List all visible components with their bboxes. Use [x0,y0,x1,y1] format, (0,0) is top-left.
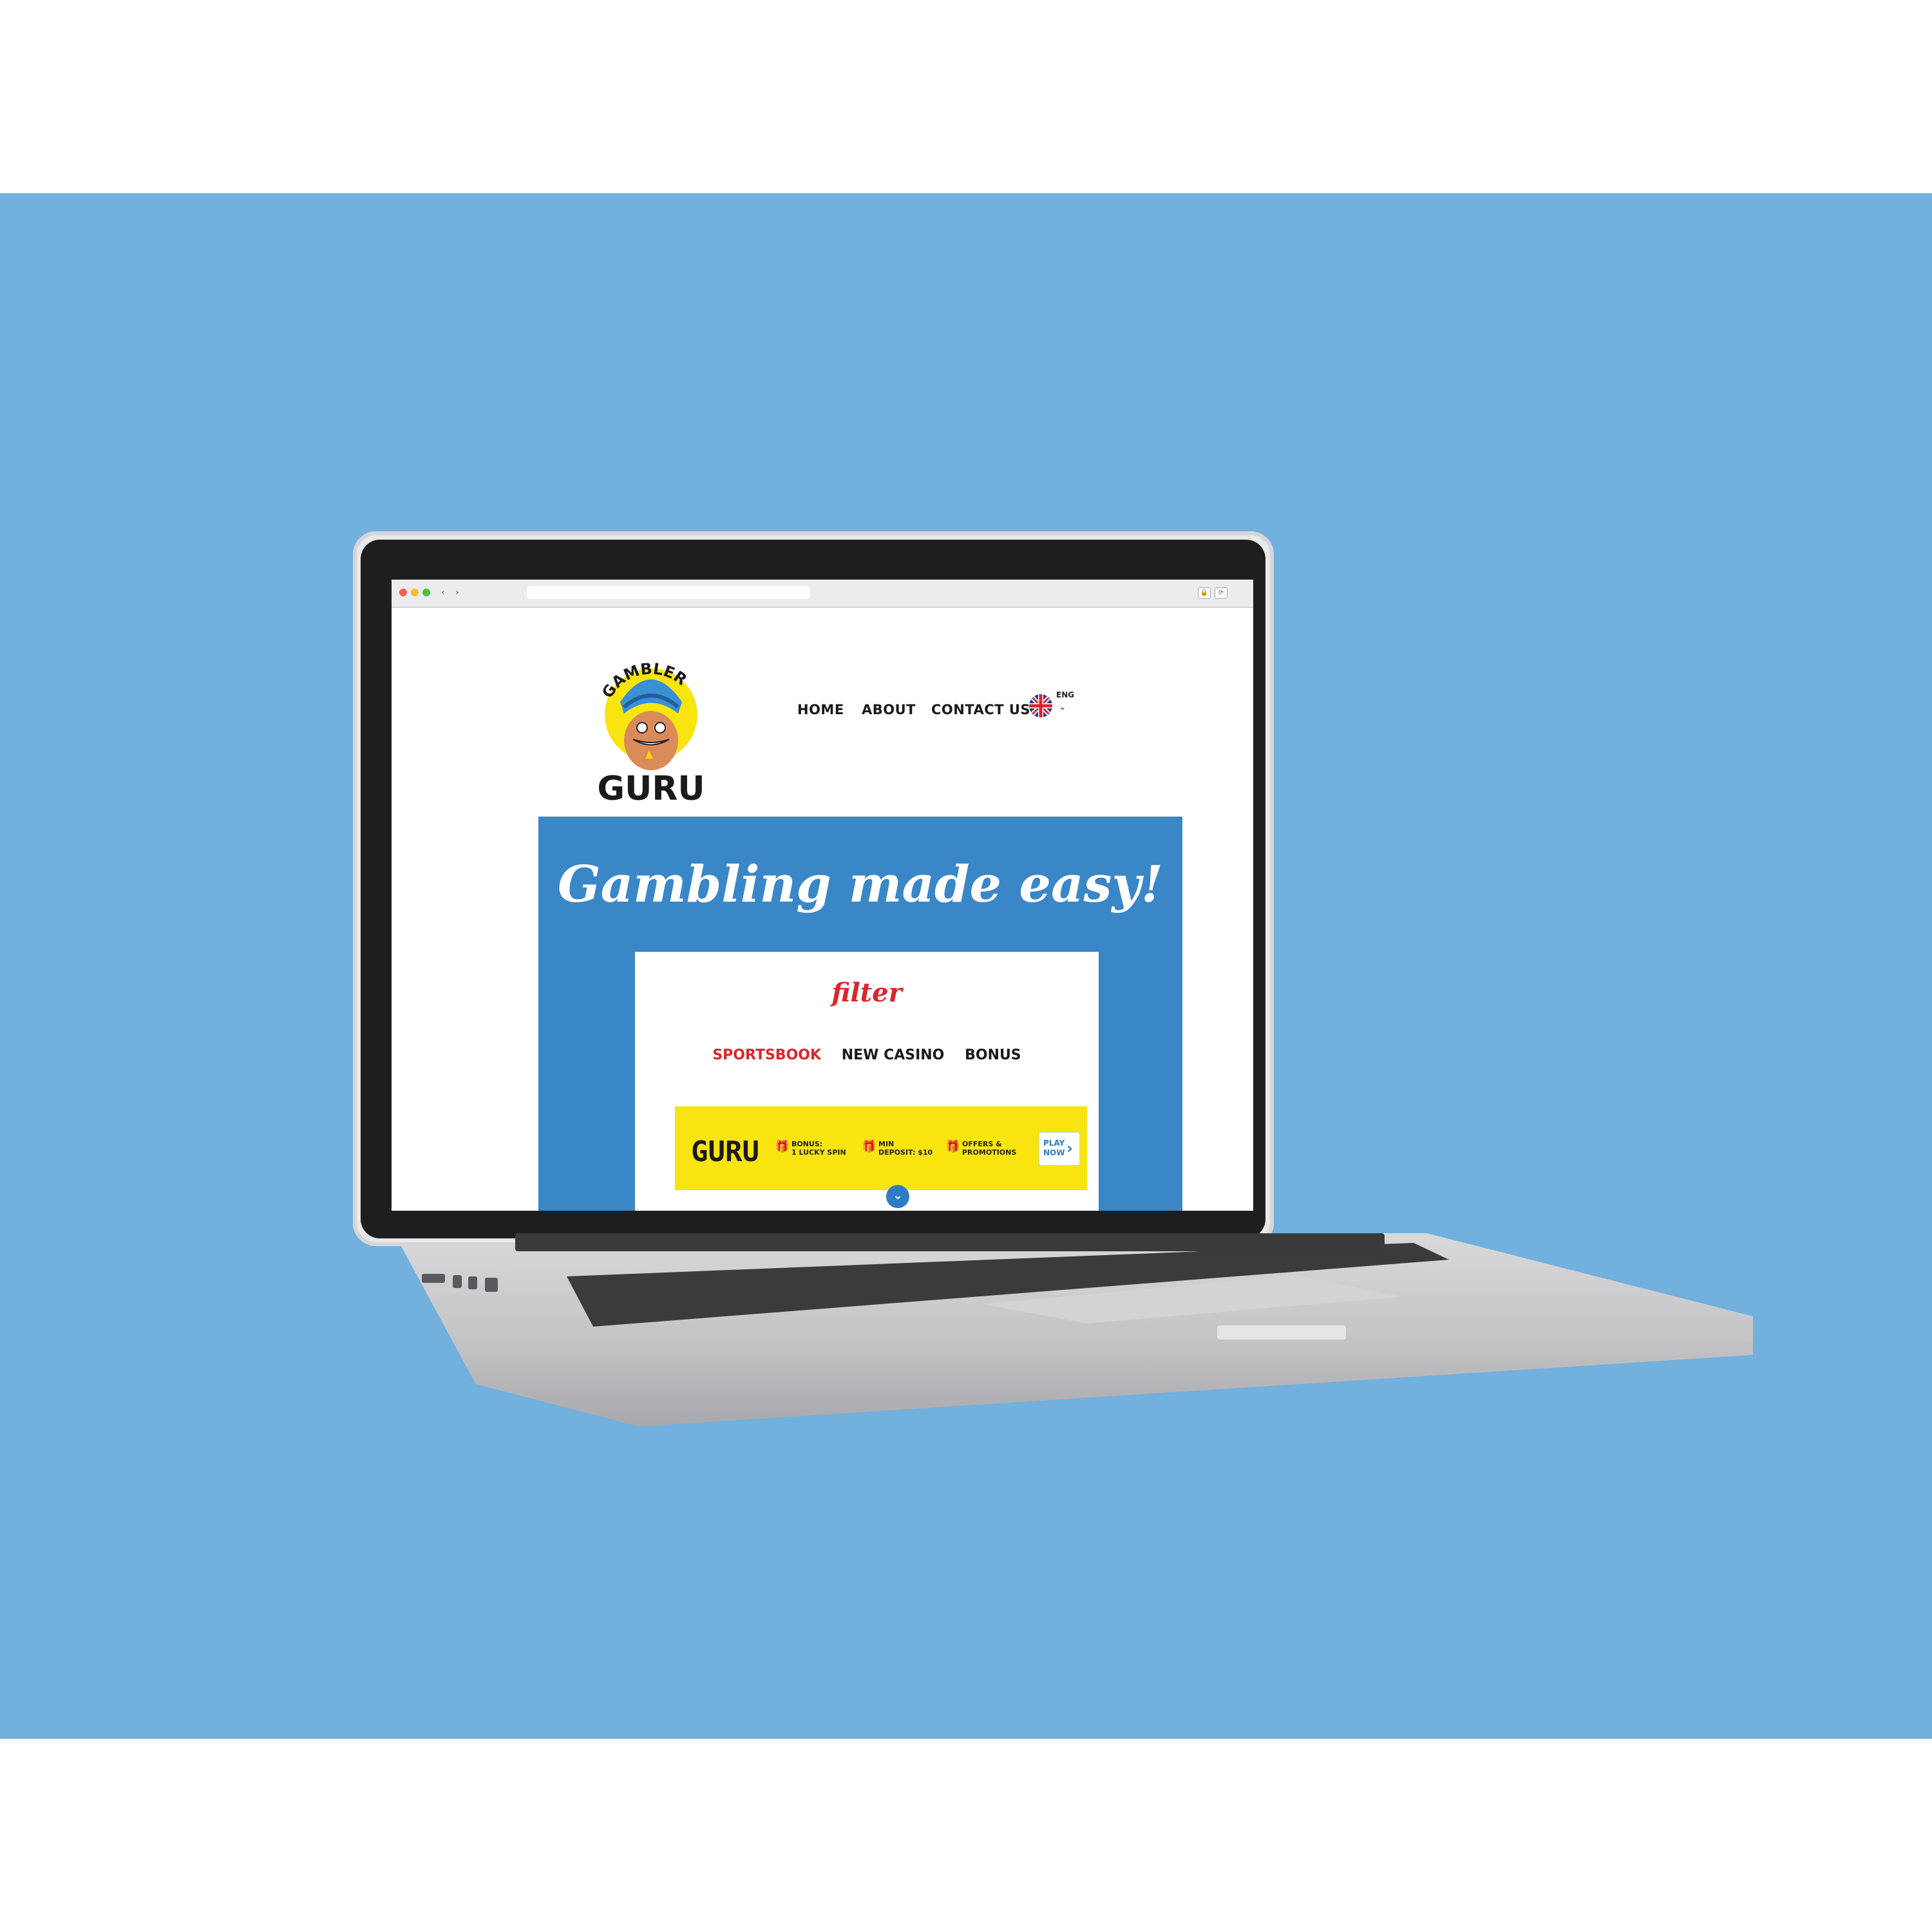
chevron-down-icon[interactable]: ⌄ [1059,702,1066,712]
offer-brand: GURU [691,1135,759,1168]
logo-bottom-text: GURU [597,770,705,808]
share-icon[interactable]: 🔒 [1198,587,1211,599]
back-arrow-icon[interactable]: ‹ [437,587,450,598]
laptop-lid-notch [1217,1325,1346,1340]
nav-home[interactable]: HOME [797,702,844,717]
address-bar[interactable] [527,586,810,599]
language-label[interactable]: ENG [1056,690,1074,699]
uk-flag-icon[interactable] [1029,694,1052,717]
laptop-hinge [515,1233,1385,1251]
tab-sportsbook[interactable]: SPORTSBOOK [712,1047,821,1063]
reload-icon[interactable]: ⟳ [1215,587,1227,599]
nav-contact-us[interactable]: CONTACT US [931,702,1030,717]
gift-icon: 🎁 [775,1140,790,1153]
chevron-right-icon: › [1066,1139,1073,1157]
gambler-guru-logo[interactable]: GAMBLER GURU [582,631,723,811]
browser-toolbar: ‹ › 🔒 ⟳ [392,580,1253,608]
play-now-button[interactable]: PLAY NOW › [1039,1132,1080,1166]
filter-tabs: SPORTSBOOK NEW CASINO BONUS [635,1047,1099,1063]
filter-title: filter [831,978,902,1008]
tab-bonus[interactable]: BONUS [965,1047,1021,1063]
play-now-label: PLAY NOW [1043,1139,1065,1157]
laptop-ports [422,1269,506,1294]
filter-panel: filter SPORTSBOOK NEW CASINO BONUS GURU … [635,952,1099,1211]
hero-title: Gambling made easy! [558,855,1163,914]
close-dot[interactable] [399,589,407,596]
forward-arrow-icon[interactable]: › [451,587,464,598]
nav-about[interactable]: ABOUT [862,702,916,717]
tab-new-casino[interactable]: NEW CASINO [842,1047,945,1063]
gift-icon: 🎁 [862,1140,876,1153]
gift-icon: 🎁 [945,1140,960,1153]
hero-section: Gambling made easy! filter SPORTSBOOK NE… [538,817,1182,1211]
offer-promotions-text: OFFERS & PROMOTIONS [962,1140,1017,1157]
maximize-dot[interactable] [422,589,430,596]
expand-button[interactable]: ⌄ [886,1185,909,1208]
laptop-screen: ‹ › 🔒 ⟳ GAMBLER GURU HOME ABOUT CONTACT … [392,580,1253,1211]
minimize-dot[interactable] [411,589,419,596]
offer-card[interactable]: GURU 🎁 BONUS: 1 LUCKY SPIN 🎁 MIN DEPOSIT… [675,1106,1087,1208]
